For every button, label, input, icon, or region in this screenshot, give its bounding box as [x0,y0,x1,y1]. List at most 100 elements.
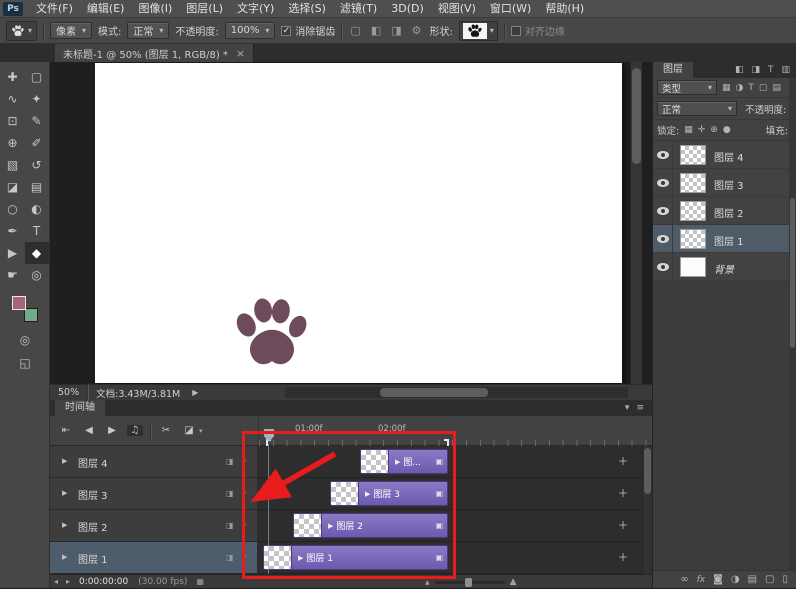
clone-stamp-tool[interactable]: ▧ [1,154,25,176]
tab-timeline[interactable]: 时间轴 [55,400,105,416]
menu-type[interactable]: 文字(Y) [230,0,281,17]
pen-tool[interactable]: ✒ [1,220,25,242]
first-frame-button[interactable]: ⇤ [58,425,74,436]
filter-shape-icon[interactable]: ▢ [759,83,768,93]
scrollbar-thumb[interactable] [632,68,641,164]
track-toggle-icon[interactable]: ◨ [226,521,234,530]
menu-image[interactable]: 图像(I) [131,0,179,17]
menu-help[interactable]: 帮助(H) [538,0,591,17]
move-tool[interactable]: ✚ [1,66,25,88]
menu-3d[interactable]: 3D(D) [384,0,431,17]
zoom-tool[interactable]: ◎ [25,264,49,286]
filter-pixel-icon[interactable]: ▦ [722,83,731,93]
layer-row-layer1[interactable]: 图层 1 [653,225,796,253]
filter-type-icon[interactable]: T [748,83,754,93]
lasso-tool[interactable]: ∿ [1,88,25,110]
link-layers-icon[interactable]: ∞ [680,574,688,585]
menu-select[interactable]: 选择(S) [281,0,333,17]
disclosure-icon[interactable]: ▶ [62,521,67,529]
play-button[interactable]: ▶ [104,425,120,436]
clip-layer1[interactable]: ▶ 图层 1 ▣ [263,545,448,570]
scrollbar-thumb[interactable] [644,448,651,494]
gear-icon[interactable]: ⚙ [410,24,424,37]
menu-file[interactable]: 文件(F) [29,0,80,17]
quick-select-tool[interactable]: ✦ [25,88,49,110]
track-header-layer1[interactable]: ▶ 图层 1 ◨ ▾ [50,542,258,574]
opacity-dropdown[interactable]: 100% ▾ [225,22,276,39]
track-lane[interactable]: ▶ 图... ▣ + [258,446,642,478]
scissors-icon[interactable]: ✂ [158,425,174,436]
chevron-down-icon[interactable]: ▾ [242,521,246,530]
zoom-in-icon[interactable]: ▲ [510,577,517,587]
chevron-down-icon[interactable]: ▾ [242,457,246,466]
panel-dock-icon-2[interactable]: ◨ [751,62,760,78]
filter-smart-icon[interactable]: ▤ [772,83,781,93]
clip-layer4[interactable]: ▶ 图... ▣ [360,449,448,474]
add-media-button[interactable]: + [618,454,628,468]
zoom-slider-thumb[interactable] [465,578,472,587]
add-media-button[interactable]: + [618,486,628,500]
chevron-down-icon[interactable]: ▾ [625,400,630,416]
marquee-tool[interactable]: ▢ [25,66,49,88]
clip-layer2[interactable]: ▶ 图层 2 ▣ [293,513,448,538]
status-flyout-icon[interactable]: ▶ [192,388,198,397]
tab-layers[interactable]: 图层 [653,62,693,78]
scroll-right-icon[interactable]: ▸ [62,577,74,586]
visibility-toggle[interactable] [653,141,673,169]
history-brush-tool[interactable]: ↺ [25,154,49,176]
track-header-layer2[interactable]: ▶ 图层 2 ◨ ▾ [50,510,258,542]
blur-tool[interactable]: ○ [1,198,25,220]
layer-filter-dropdown[interactable]: 类型 ▾ [657,80,717,95]
filter-adjustment-icon[interactable]: ◑ [736,83,744,93]
zoom-slider[interactable] [435,581,505,584]
layer-thumbnail[interactable] [680,201,706,221]
background-color-swatch[interactable] [24,308,38,322]
menu-view[interactable]: 视图(V) [431,0,483,17]
frame-view-icon[interactable]: ▦ [192,577,208,586]
crop-tool[interactable]: ⊡ [1,110,25,132]
type-tool[interactable]: T [25,220,49,242]
custom-shape-picker[interactable]: ▾ [459,21,498,41]
tool-preset-dropdown[interactable]: ▾ [6,21,37,41]
visibility-toggle[interactable] [653,197,673,225]
layer-thumbnail[interactable] [680,257,706,277]
panel-dock-icon-3[interactable]: T [768,62,774,78]
add-media-button[interactable]: + [618,518,628,532]
track-toggle-icon[interactable]: ◨ [226,489,234,498]
track-toggle-icon[interactable]: ◨ [226,553,234,562]
disclosure-icon[interactable]: ▶ [298,554,303,562]
disclosure-icon[interactable]: ▶ [62,457,67,465]
track-toggle-icon[interactable]: ◨ [226,457,234,466]
audio-toggle-button[interactable]: ♫ [127,425,143,436]
visibility-toggle[interactable] [653,253,673,281]
dodge-tool[interactable]: ◐ [25,198,49,220]
scroll-left-icon[interactable]: ◂ [50,577,62,586]
layer-thumbnail[interactable] [680,229,706,249]
layer-row-background[interactable]: 背景 [653,253,796,281]
layer-blend-dropdown[interactable]: 正常 ▾ [657,101,737,116]
chevron-down-icon[interactable]: ▾ [242,553,246,562]
layer-row-layer2[interactable]: 图层 2 [653,197,796,225]
brush-tool[interactable]: ✐ [25,132,49,154]
layer-thumbnail[interactable] [680,173,706,193]
disclosure-icon[interactable]: ▶ [328,522,333,530]
menu-window[interactable]: 窗口(W) [483,0,538,17]
disclosure-icon[interactable]: ▶ [62,553,67,561]
menu-filter[interactable]: 滤镜(T) [333,0,384,17]
track-header-layer4[interactable]: ▶ 图层 4 ◨ ▾ [50,446,258,478]
prev-frame-button[interactable]: ◀ [81,425,97,436]
timeline-vertical-scrollbar[interactable] [642,446,652,574]
custom-shape-tool[interactable]: ◆ [25,242,49,264]
foreground-color-swatch[interactable] [12,296,26,310]
align-edges-checkbox[interactable]: 对齐边缘 [511,23,565,38]
disclosure-icon[interactable]: ▶ [395,458,400,466]
layers-scrollbar[interactable] [789,78,796,570]
antialias-checkbox[interactable]: ✓ 消除锯齿 [281,23,335,38]
document-canvas[interactable] [95,63,622,383]
menu-edit[interactable]: 编辑(E) [80,0,132,17]
eraser-tool[interactable]: ◪ [1,176,25,198]
lock-all-icon[interactable]: ● [723,125,731,135]
layer-row-layer4[interactable]: 图层 4 [653,141,796,169]
fill-mode-dropdown[interactable]: 像素 ▾ [50,22,92,39]
track-header-layer3[interactable]: ▶ 图层 3 ◨ ▾ [50,478,258,510]
